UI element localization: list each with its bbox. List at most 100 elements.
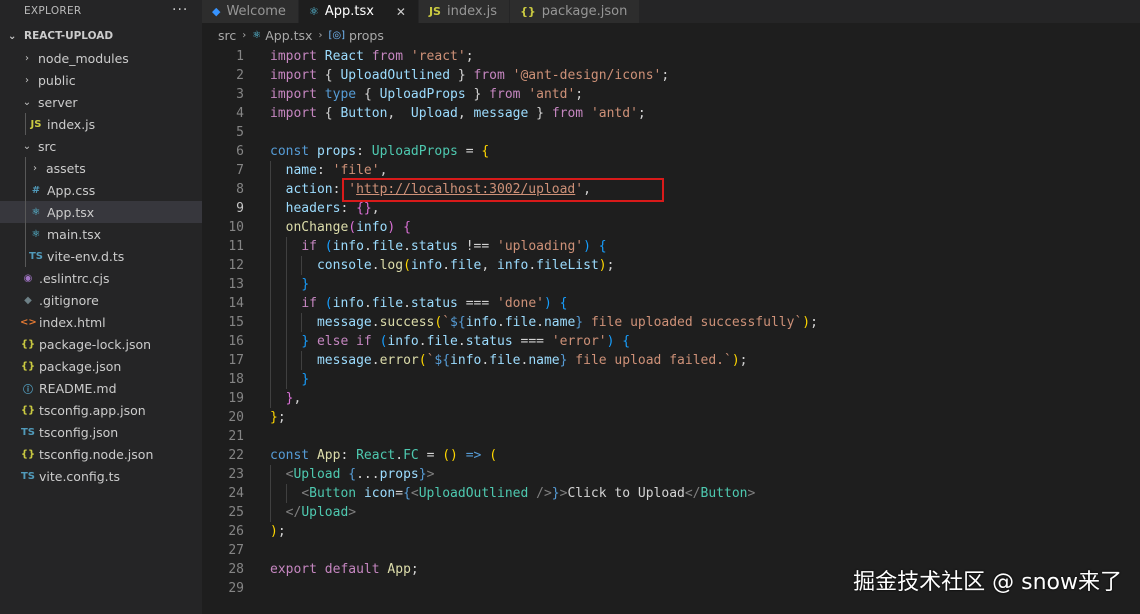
code-line[interactable]: 1 import React from 'react'; <box>202 47 1140 66</box>
code-text: <Button icon={<UploadOutlined />}>Click … <box>270 484 755 503</box>
close-icon[interactable]: ✕ <box>396 5 406 19</box>
tree-item[interactable]: {} tsconfig.app.json <box>0 399 202 421</box>
tree-item[interactable]: JS index.js <box>0 113 202 135</box>
code-line[interactable]: 3 import type { UploadProps } from 'antd'… <box>202 85 1140 104</box>
code-line[interactable]: 23 <Upload {...props}> <box>202 465 1140 484</box>
code-token: ) <box>387 220 404 235</box>
code-line[interactable]: 27 <box>202 541 1140 560</box>
more-actions-icon[interactable]: ··· <box>172 2 188 18</box>
tree-item[interactable]: ◉ .eslintrc.cjs <box>0 267 202 289</box>
tree-item[interactable]: <> index.html <box>0 311 202 333</box>
tree-item[interactable]: › assets <box>0 157 202 179</box>
code-line[interactable]: 11 if (info.file.status !== 'uploading')… <box>202 237 1140 256</box>
code-token: import <box>270 106 325 121</box>
code-line[interactable]: 17 message.error(`${info.file.name} file… <box>202 351 1140 370</box>
code-line[interactable]: 25 </Upload> <box>202 503 1140 522</box>
code-line[interactable]: 22 const App: React.FC = () => ( <box>202 446 1140 465</box>
tree-item[interactable]: ⌄ src <box>0 135 202 157</box>
code-token: , <box>457 106 474 121</box>
tab-index-js[interactable]: JS index.js <box>418 0 511 23</box>
code-line[interactable]: 15 message.success(`${info.file.name} fi… <box>202 313 1140 332</box>
typescript-file-icon: TS <box>28 250 44 262</box>
code-token: const <box>270 448 317 463</box>
breadcrumb-symbol[interactable]: props <box>349 28 384 43</box>
code-token: Button <box>340 106 388 121</box>
line-number: 27 <box>228 543 244 558</box>
code-token: () <box>442 448 466 463</box>
code-line[interactable]: 20}; <box>202 408 1140 427</box>
code-line[interactable]: 2 import { UploadOutlined } from '@ant-de… <box>202 66 1140 85</box>
code-text: import type { UploadProps } from 'antd'; <box>270 85 583 104</box>
code-token: ) <box>583 239 599 254</box>
line-number: 28 <box>228 562 244 577</box>
code-line[interactable]: 26); <box>202 522 1140 541</box>
tree-item[interactable]: › node_modules <box>0 47 202 69</box>
code-line[interactable]: 7 name: 'file', <box>202 161 1140 180</box>
chevron-right-icon: › <box>33 162 37 174</box>
react-file-icon: ⚛ <box>31 228 41 240</box>
code-line[interactable]: 13 } <box>202 275 1140 294</box>
line-number: 4 <box>236 106 244 121</box>
code-line[interactable]: 24 <Button icon={<UploadOutlined />}>Cli… <box>202 484 1140 503</box>
code-line[interactable]: 18 } <box>202 370 1140 389</box>
tree-item[interactable]: ⚛ main.tsx <box>0 223 202 245</box>
code-token: { <box>481 144 490 159</box>
breadcrumb-file[interactable]: App.tsx <box>265 28 312 43</box>
code-line[interactable]: 5 <box>202 123 1140 142</box>
code-token: export <box>270 562 325 577</box>
code-editor[interactable]: 1 import React from 'react'; 2 import { Upl… <box>202 47 1140 614</box>
tab-welcome[interactable]: ◆ Welcome <box>202 0 299 23</box>
code-text: if (info.file.status !== 'uploading') { <box>270 237 606 256</box>
code-line[interactable]: 6 const props: UploadProps = { <box>202 142 1140 161</box>
code-token: . <box>371 258 380 273</box>
tree-item[interactable]: {} package-lock.json <box>0 333 202 355</box>
code-token: name <box>543 315 576 330</box>
code-token: name <box>285 163 317 178</box>
code-line[interactable]: 14 if (info.file.status === 'done') { <box>202 294 1140 313</box>
code-line[interactable]: 4 import { Button, Upload, message } from… <box>202 104 1140 123</box>
tree-item[interactable]: {} tsconfig.node.json <box>0 443 202 465</box>
code-token: . <box>403 239 411 254</box>
code-token: onChange <box>285 220 349 235</box>
chevron-right-icon: › <box>25 74 29 86</box>
tree-item[interactable]: TS tsconfig.json <box>0 421 202 443</box>
project-section-header[interactable]: ⌄ REACT-UPLOAD <box>0 25 202 47</box>
code-token: http://localhost:3002/upload <box>356 182 576 197</box>
code-token: : <box>356 144 372 159</box>
code-token: UploadProps <box>371 144 466 159</box>
code-token: '@ant-design/icons' <box>512 68 662 83</box>
tab-app-tsx[interactable]: ⚛ App.tsx ✕ <box>298 0 419 23</box>
symbol-variable-icon: [◎] <box>328 29 345 41</box>
code-token: . <box>457 334 466 349</box>
tree-item[interactable]: ⌄ server <box>0 91 202 113</box>
tree-item[interactable]: ⚛ App.tsx <box>0 201 202 223</box>
code-line[interactable]: 10 onChange(info) { <box>202 218 1140 237</box>
code-line[interactable]: 19 }, <box>202 389 1140 408</box>
code-token: ; <box>277 410 286 425</box>
tree-item[interactable]: TS vite-env.d.ts <box>0 245 202 267</box>
code-line[interactable]: 16 } else if (info.file.status === 'erro… <box>202 332 1140 351</box>
code-token: else if <box>316 334 380 349</box>
tree-item[interactable]: TS vite.config.ts <box>0 465 202 487</box>
code-token: App <box>387 562 411 577</box>
chevron-down-icon: ⌄ <box>8 30 17 42</box>
tree-item[interactable]: ◆ .gitignore <box>0 289 202 311</box>
tree-item[interactable]: {} package.json <box>0 355 202 377</box>
tree-item[interactable]: # App.css <box>0 179 202 201</box>
line-number: 7 <box>236 163 244 178</box>
code-text: <Upload {...props}> <box>270 465 435 484</box>
line-number: 3 <box>236 87 244 102</box>
code-line[interactable]: 21 <box>202 427 1140 446</box>
code-line[interactable]: 9 headers: {}, <box>202 199 1140 218</box>
code-token: if <box>301 296 325 311</box>
breadcrumb-src[interactable]: src <box>218 28 236 43</box>
code-line[interactable]: 8 action: 'http://localhost:3002/upload'… <box>202 180 1140 199</box>
tab-package-json[interactable]: {} package.json <box>510 0 641 23</box>
code-line[interactable]: 12 console.log(info.file, info.fileList)… <box>202 256 1140 275</box>
tree-item[interactable]: › public <box>0 69 202 91</box>
json-file-icon: {} <box>20 360 36 372</box>
tree-item[interactable]: ⓘ README.md <box>0 377 202 399</box>
